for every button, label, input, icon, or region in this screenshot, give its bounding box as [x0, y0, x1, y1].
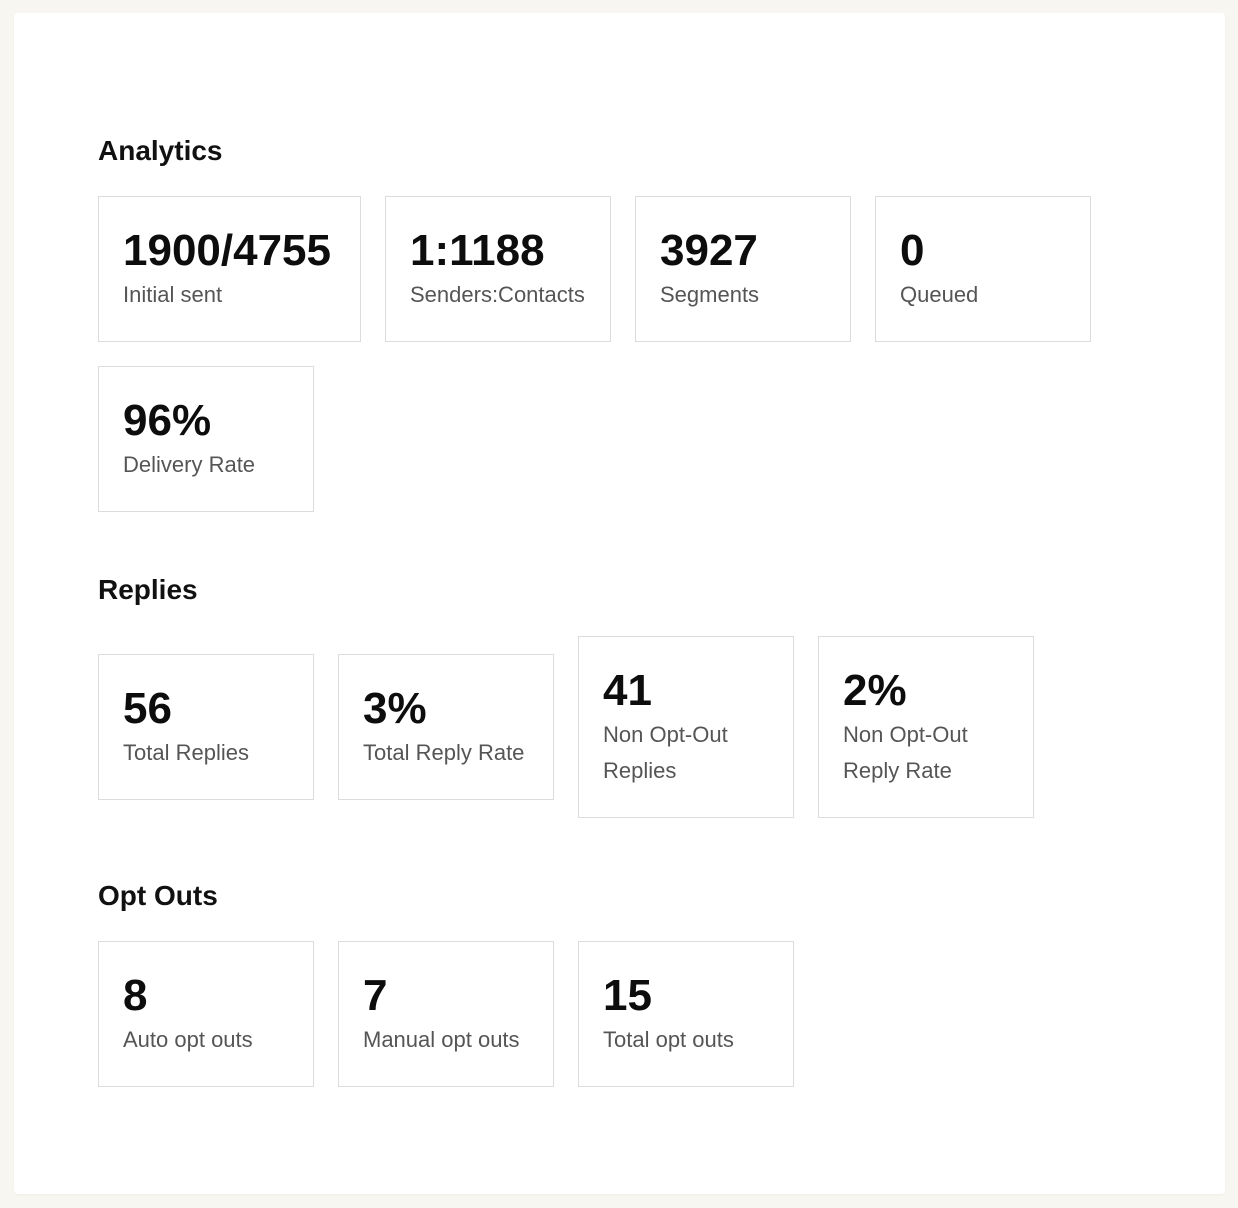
stat-value: 8	[123, 971, 148, 1020]
stat-label: Manual opt outs	[363, 1027, 520, 1052]
stat-label: Senders:Contacts	[410, 282, 585, 307]
stat-card-total-reply-rate: 3% Total Reply Rate	[338, 654, 554, 800]
stat-value: 1:1188	[410, 226, 545, 275]
analytics-panel: Analytics 1900/4755 Initial sent 1:1188 …	[14, 13, 1225, 1194]
stat-label: Total opt outs	[603, 1027, 734, 1052]
stat-label: Auto opt outs	[123, 1027, 253, 1052]
stat-value: 56	[123, 684, 172, 733]
stat-label: Non Opt-Out Reply Rate	[843, 722, 968, 783]
stat-label: Segments	[660, 282, 760, 307]
stat-card-delivery-rate: 96% Delivery Rate	[98, 366, 314, 512]
stat-card-total-opt-outs: 15 Total opt outs	[578, 941, 794, 1087]
stat-value: 96%	[123, 396, 212, 445]
stat-card-non-opt-out-replies: 41 Non Opt-Out Replies	[578, 636, 794, 818]
analytics-title: Analytics	[98, 135, 223, 166]
stat-value: 41	[603, 666, 652, 715]
stat-label: Non Opt-Out Replies	[603, 722, 728, 783]
stat-label: Queued	[900, 282, 979, 307]
stat-label: Delivery Rate	[123, 452, 256, 477]
stat-value: 3927	[660, 226, 758, 275]
stat-value: 0	[900, 226, 925, 275]
replies-title: Replies	[98, 574, 198, 605]
stat-label: Total Reply Rate	[363, 740, 525, 765]
stat-card-queued: 0 Queued	[875, 196, 1091, 342]
stat-card-manual-opt-outs: 7 Manual opt outs	[338, 941, 554, 1087]
stat-value: 2%	[843, 666, 907, 715]
stat-card-non-opt-out-reply-rate: 2% Non Opt-Out Reply Rate	[818, 636, 1034, 818]
stat-card-total-replies: 56 Total Replies	[98, 654, 314, 800]
stat-card-senders-contacts: 1:1188 Senders:Contacts	[385, 196, 611, 342]
stat-card-segments: 3927 Segments	[635, 196, 851, 342]
stat-value: 1900/4755	[123, 226, 331, 275]
stat-label: Initial sent	[123, 282, 223, 307]
opt-outs-title: Opt Outs	[98, 880, 218, 911]
stat-card-initial-sent: 1900/4755 Initial sent	[98, 196, 361, 342]
stat-value: 15	[603, 971, 652, 1020]
stat-value: 7	[363, 971, 388, 1020]
stat-card-auto-opt-outs: 8 Auto opt outs	[98, 941, 314, 1087]
stat-value: 3%	[363, 684, 427, 733]
stat-label: Total Replies	[123, 740, 249, 765]
